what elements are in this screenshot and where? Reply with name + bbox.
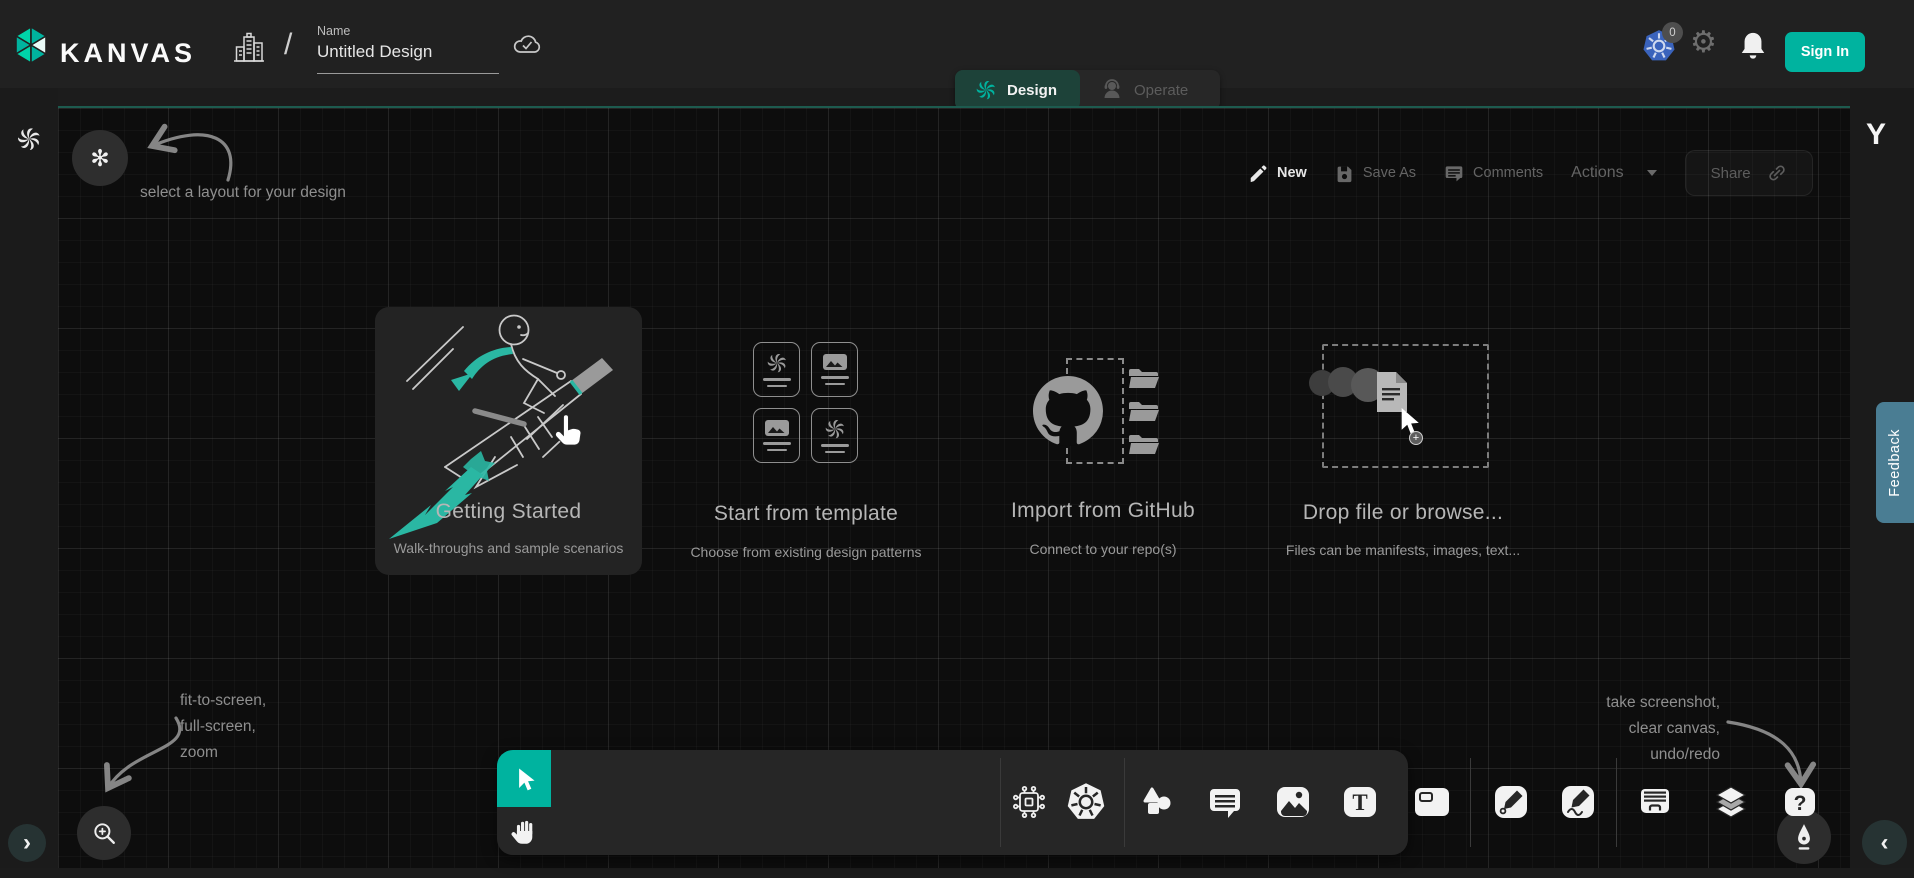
comment-icon — [1444, 163, 1464, 183]
template-minicard — [811, 408, 858, 463]
canvas-actions-hint-text: take screenshot, clear canvas, undo/redo — [1606, 690, 1720, 768]
card-title: Import from GitHub — [1011, 499, 1195, 523]
design-canvas[interactable]: ✻ select a layout for your design New Sa… — [58, 108, 1850, 868]
chevron-down-icon — [1647, 170, 1657, 176]
zoom-button[interactable] — [77, 806, 131, 860]
settings-gear-icon[interactable]: ⚙ — [1690, 28, 1717, 58]
floppy-icon — [1335, 164, 1354, 183]
layout-select-button[interactable]: ✻ — [72, 130, 128, 186]
spiral-icon — [766, 352, 788, 374]
design-spiral-icon — [975, 79, 997, 101]
dock-divider — [1616, 758, 1617, 847]
svg-text:?: ? — [1794, 792, 1807, 815]
shapes-tool-icon[interactable] — [1138, 782, 1178, 822]
cloud-sync-icon — [512, 32, 544, 56]
import-tool-icon[interactable] — [1635, 782, 1675, 822]
actions-dropdown[interactable]: Actions — [1571, 164, 1656, 182]
select-tool[interactable] — [497, 750, 551, 807]
folder-icon — [1128, 399, 1160, 423]
card-title: Drop file or browse... — [1303, 501, 1503, 525]
layout-hint-text: select a layout for your design — [140, 180, 346, 206]
pointer-hand-cursor — [553, 415, 583, 449]
pan-tool[interactable] — [497, 807, 551, 855]
kanvas-app: KANVAS / Name 0 ⚙ — [0, 0, 1914, 878]
zoom-hint-text: fit-to-screen, full-screen, zoom — [180, 688, 266, 766]
tool-dock: T — [497, 750, 1408, 855]
dock-divider — [1124, 758, 1125, 847]
hand-icon — [509, 816, 539, 846]
design-name-input[interactable] — [317, 42, 499, 74]
mode-tabs: Design Operate — [955, 70, 1220, 110]
save-as-button[interactable]: Save As — [1335, 164, 1416, 183]
kanvas-logo-icon[interactable] — [13, 26, 49, 64]
github-octocat-icon — [1033, 376, 1103, 446]
breadcrumb-slash: / — [284, 28, 292, 62]
image-icon — [765, 420, 789, 438]
design-name-label: Name — [317, 24, 499, 38]
new-button[interactable]: New — [1248, 163, 1307, 183]
design-name-field: Name — [317, 24, 499, 74]
help-tool-icon[interactable]: ? — [1780, 782, 1820, 822]
note-tool-icon[interactable] — [1412, 782, 1452, 822]
comments-button[interactable]: Comments — [1444, 163, 1543, 183]
dock-divider — [1470, 758, 1471, 847]
svg-text:T: T — [1352, 790, 1367, 815]
template-minicard — [753, 342, 800, 397]
text-tool-icon[interactable]: T — [1340, 782, 1380, 822]
pencil-icon — [1248, 163, 1268, 183]
canvas-toolbar: New Save As Comments — [1248, 150, 1813, 196]
card-subtitle: Walk-throughs and sample scenarios — [394, 540, 624, 556]
link-icon — [1767, 163, 1787, 183]
folder-icon — [1128, 366, 1160, 390]
organization-icon[interactable] — [231, 30, 267, 66]
card-subtitle: Connect to your repo(s) — [1029, 541, 1176, 557]
card-title: Getting Started — [436, 500, 582, 524]
card-title: Start from template — [714, 502, 898, 526]
collapse-right-panel-button[interactable]: ‹ — [1862, 820, 1907, 865]
logo-wordmark: KANVAS — [60, 38, 196, 69]
layer5-y-logo: Y — [1866, 118, 1887, 152]
tab-operate[interactable]: Operate — [1080, 70, 1220, 110]
chevron-left-icon: ‹ — [1881, 829, 1889, 857]
image-tool-icon[interactable] — [1273, 782, 1313, 822]
snowflake-icon: ✻ — [90, 145, 109, 172]
share-button[interactable]: Share — [1685, 150, 1813, 196]
layers-tool-icon[interactable] — [1711, 782, 1751, 822]
notifications-bell-icon[interactable] — [1738, 30, 1768, 62]
plus-badge-icon: + — [1409, 431, 1423, 445]
comment-tool-icon[interactable] — [1205, 782, 1245, 822]
pen-nib-icon — [1792, 823, 1816, 851]
spiral-icon — [824, 418, 846, 440]
card-subtitle: Files can be manifests, images, text... — [1286, 542, 1520, 558]
tab-design[interactable]: Design — [955, 70, 1080, 110]
expand-left-panel-button[interactable]: › — [8, 824, 46, 862]
kubernetes-tool-icon[interactable] — [1066, 782, 1106, 822]
bottom-strip — [0, 868, 1914, 878]
feedback-tab[interactable]: Feedback — [1876, 402, 1914, 523]
component-tool-icon[interactable] — [1009, 782, 1049, 822]
draw-tool-icon[interactable] — [1558, 782, 1598, 822]
chevron-right-icon: › — [23, 829, 31, 857]
left-sidebar-strip — [0, 88, 58, 878]
card-getting-started[interactable]: Getting Started Walk-throughs and sample… — [375, 307, 642, 575]
dock-divider — [1000, 758, 1001, 847]
card-subtitle: Choose from existing design patterns — [690, 544, 921, 560]
edge-tool-icon[interactable] — [1491, 782, 1531, 822]
file-icon — [1377, 372, 1407, 412]
folder-icon — [1128, 432, 1160, 456]
operate-headset-icon — [1100, 78, 1124, 102]
image-icon — [823, 354, 847, 372]
context-count-badge: 0 — [1662, 22, 1683, 43]
magnifier-plus-icon — [91, 820, 117, 846]
template-minicard — [753, 408, 800, 463]
cursor-arrow-icon — [511, 766, 537, 792]
template-minicard — [811, 342, 858, 397]
spinner-spiral-icon — [16, 126, 42, 152]
sign-in-button[interactable]: Sign In — [1785, 32, 1865, 72]
